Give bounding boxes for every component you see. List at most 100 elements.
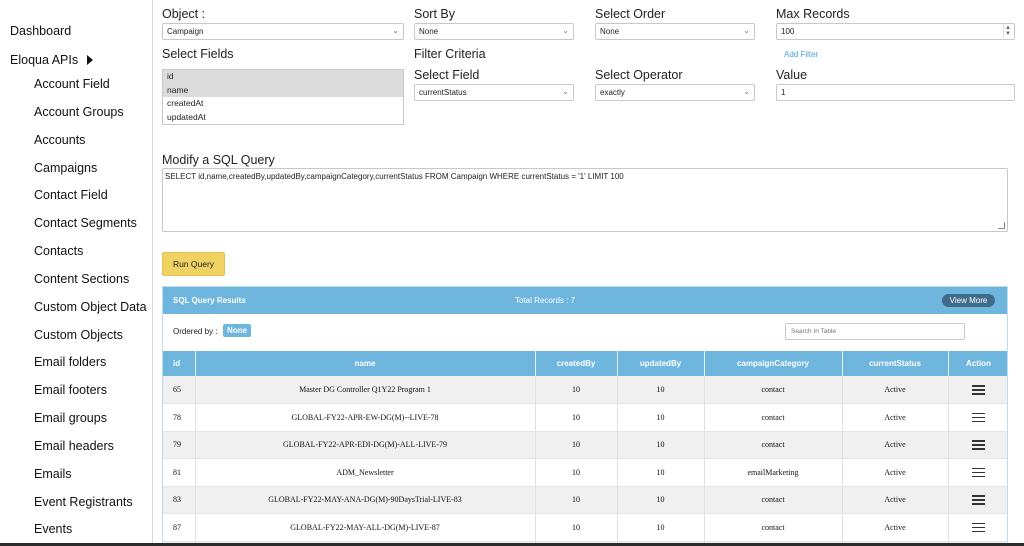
- menu-icon[interactable]: [972, 467, 985, 478]
- select-fields-label: Select Fields: [162, 47, 234, 61]
- column-header-name[interactable]: name: [195, 351, 536, 376]
- cell-action: [948, 458, 1007, 487]
- select-fields-list[interactable]: id name createdAt updatedAt: [162, 69, 404, 125]
- cell-id: 87: [163, 513, 196, 542]
- sidebar-item-events[interactable]: Events: [34, 522, 72, 536]
- select-caret-icon: ⌄: [562, 26, 569, 35]
- sidebar-item-email-groups[interactable]: Email groups: [34, 411, 107, 425]
- table-row: 79 GLOBAL-FY22-APR-EDI-DG(M)-ALL-LIVE-79…: [163, 431, 1007, 459]
- sidebar-group-eloqua-apis[interactable]: Eloqua APIs: [10, 53, 94, 67]
- sidebar-item-accounts[interactable]: Accounts: [34, 133, 85, 147]
- cell-updatedby: 10: [617, 458, 705, 487]
- menu-icon[interactable]: [972, 439, 985, 450]
- select-field-value: currentStatus: [419, 88, 467, 97]
- field-option-id[interactable]: id: [163, 70, 403, 84]
- sidebar-item-campaigns[interactable]: Campaigns: [34, 161, 97, 175]
- cell-action: [948, 431, 1007, 459]
- cell-createdby: 10: [535, 458, 618, 487]
- cell-action: [948, 486, 1007, 514]
- results-header: SQL Query Results Total Records : 7 View…: [163, 287, 1007, 314]
- sidebar-item-email-headers[interactable]: Email headers: [34, 439, 114, 453]
- sidebar-item-email-folders[interactable]: Email folders: [34, 355, 106, 369]
- sidebar: Dashboard Eloqua APIs Account Field Acco…: [0, 0, 153, 546]
- cell-createdby: 10: [535, 486, 618, 514]
- max-records-input[interactable]: 100 ▲ ▼: [776, 23, 1015, 40]
- cell-updatedby: 10: [617, 403, 705, 432]
- select-operator-label: Select Operator: [595, 68, 683, 82]
- view-more-button[interactable]: View More: [942, 294, 995, 307]
- column-header-updatedby[interactable]: updatedBy: [617, 351, 705, 376]
- sidebar-item-account-groups[interactable]: Account Groups: [34, 105, 124, 119]
- object-select-value: Campaign: [167, 27, 204, 36]
- cell-currentstatus: Active: [842, 458, 949, 487]
- sidebar-item-custom-object-data[interactable]: Custom Object Data: [34, 300, 147, 314]
- sidebar-item-event-registrants[interactable]: Event Registrants: [34, 495, 133, 509]
- column-header-createdby[interactable]: createdBy: [535, 351, 618, 376]
- select-operator-value: exactly: [600, 88, 625, 97]
- select-field-select[interactable]: currentStatus ⌄: [414, 84, 574, 101]
- results-table: id name createdBy updatedBy campaignCate…: [163, 351, 1007, 546]
- search-table-input[interactable]: [785, 323, 965, 340]
- ordered-by-label: Ordered by :: [173, 327, 218, 336]
- caret-right-icon: [87, 55, 94, 65]
- sidebar-item-account-field[interactable]: Account Field: [34, 77, 110, 91]
- cell-updatedby: 10: [617, 513, 705, 542]
- cell-campaigncategory: contact: [704, 376, 843, 404]
- stepper-icon[interactable]: ▲ ▼: [1003, 25, 1012, 38]
- cell-name: Master DG Controller Q1Y22 Program 1: [195, 376, 536, 404]
- menu-icon[interactable]: [972, 522, 985, 533]
- field-option-createdat[interactable]: createdAt: [163, 97, 403, 111]
- resize-grip-icon[interactable]: [998, 222, 1005, 229]
- cell-currentstatus: Active: [842, 403, 949, 432]
- cell-name: GLOBAL-FY22-MAY-ANA-DG(M)-90DaysTrial-LI…: [195, 486, 536, 514]
- sidebar-item-custom-objects[interactable]: Custom Objects: [34, 328, 123, 342]
- sidebar-item-dashboard[interactable]: Dashboard: [10, 24, 71, 38]
- column-header-campaigncategory[interactable]: campaignCategory: [704, 351, 843, 376]
- table-row: 87 GLOBAL-FY22-MAY-ALL-DG(M)-LIVE-87 10 …: [163, 513, 1007, 542]
- sort-by-label: Sort By: [414, 7, 455, 21]
- sidebar-item-contact-field[interactable]: Contact Field: [34, 188, 108, 202]
- value-input[interactable]: 1: [776, 84, 1015, 101]
- table-row: 78 GLOBAL-FY22-APR-EW-DG(M)--LIVE-78 10 …: [163, 403, 1007, 432]
- sidebar-item-content-sections[interactable]: Content Sections: [34, 272, 129, 286]
- object-label: Object :: [162, 7, 206, 21]
- sidebar-item-email-footers[interactable]: Email footers: [34, 383, 107, 397]
- cell-action: [948, 403, 1007, 432]
- sidebar-item-contact-segments[interactable]: Contact Segments: [34, 216, 137, 230]
- cell-action: [948, 376, 1007, 404]
- cell-name: GLOBAL-FY22-APR-EDI-DG(M)-ALL-LIVE-79: [195, 431, 536, 459]
- cell-campaigncategory: contact: [704, 486, 843, 514]
- cell-campaigncategory: contact: [704, 403, 843, 432]
- max-records-label: Max Records: [776, 7, 850, 21]
- sidebar-item-emails[interactable]: Emails: [34, 467, 72, 481]
- value-label: Value: [776, 68, 808, 82]
- cell-name: ADM_Newsletter: [195, 458, 536, 487]
- add-filter-link[interactable]: Add Filter: [784, 50, 818, 59]
- cell-id: 81: [163, 458, 196, 487]
- sort-by-select[interactable]: None ⌄: [414, 23, 574, 40]
- cell-updatedby: 10: [617, 376, 705, 404]
- select-order-select[interactable]: None ⌄: [595, 23, 755, 40]
- run-query-button[interactable]: Run Query: [162, 252, 225, 276]
- select-order-label: Select Order: [595, 7, 666, 21]
- column-header-currentstatus[interactable]: currentStatus: [842, 351, 949, 376]
- menu-icon[interactable]: [972, 412, 985, 423]
- object-select[interactable]: Campaign ⌄: [162, 23, 404, 40]
- column-header-id[interactable]: id: [163, 351, 196, 376]
- sort-by-select-value: None: [419, 27, 439, 36]
- menu-icon[interactable]: [972, 384, 985, 395]
- max-records-value: 100: [781, 27, 795, 36]
- select-field-label: Select Field: [414, 68, 480, 82]
- select-caret-icon: ⌄: [392, 26, 399, 35]
- sql-query-textarea[interactable]: SELECT id,name,createdBy,updatedBy,campa…: [162, 168, 1008, 232]
- sidebar-group-label: Eloqua APIs: [10, 53, 79, 67]
- results-title: SQL Query Results: [173, 296, 246, 305]
- field-option-name[interactable]: name: [163, 83, 403, 97]
- select-operator-select[interactable]: exactly ⌄: [595, 84, 755, 101]
- sidebar-item-contacts[interactable]: Contacts: [34, 244, 83, 258]
- field-option-updatedat[interactable]: updatedAt: [163, 111, 403, 125]
- filter-criteria-label: Filter Criteria: [414, 47, 486, 61]
- cell-id: 78: [163, 403, 196, 432]
- menu-icon[interactable]: [972, 494, 985, 505]
- cell-name: GLOBAL-FY22-APR-EW-DG(M)--LIVE-78: [195, 403, 536, 432]
